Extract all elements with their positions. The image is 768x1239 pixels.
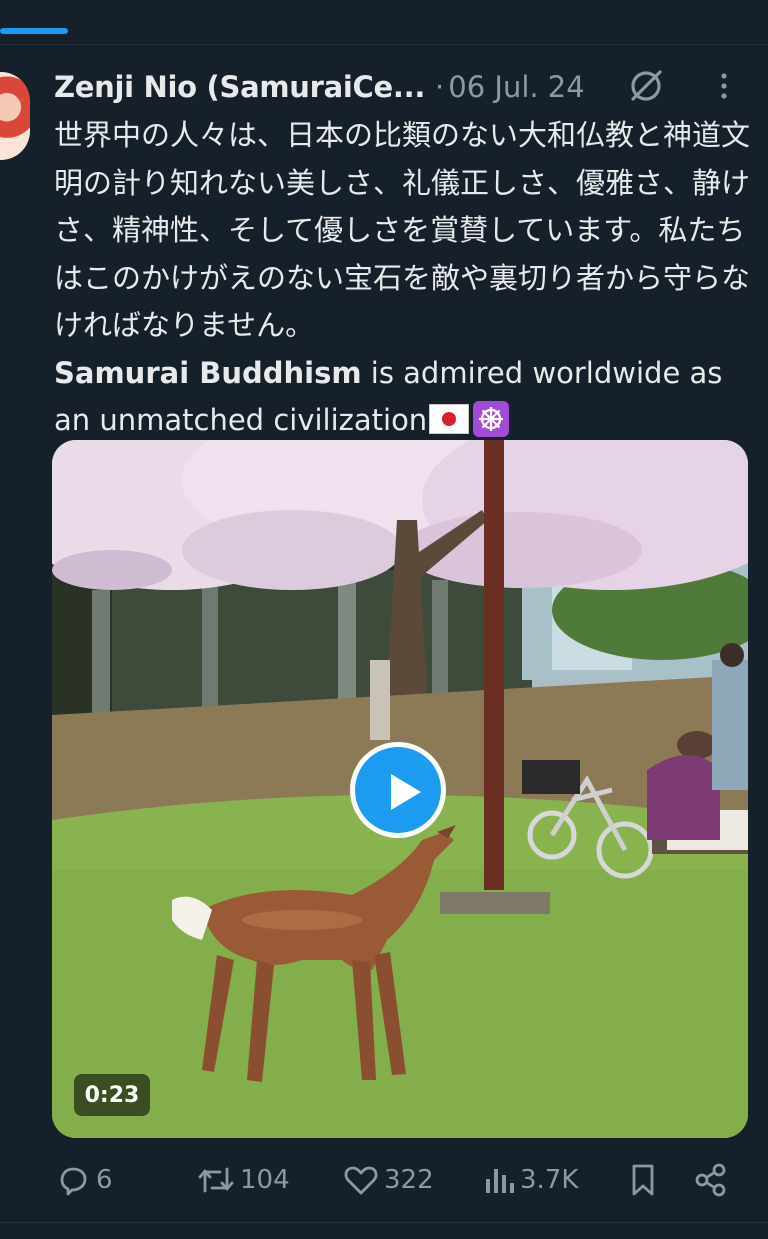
views-button[interactable]: 3.7K [482, 1160, 578, 1200]
post-body: 世界中の人々は、日本の比類のない大和仏教と神道文明の計り知れない美しさ、礼儀正し… [54, 112, 754, 445]
play-button-circle [355, 747, 441, 833]
header-separator: · [435, 70, 445, 104]
more-options-icon[interactable] [712, 66, 736, 106]
reply-icon [60, 1167, 87, 1196]
repost-button[interactable]: 104 [196, 1160, 290, 1200]
post-divider [0, 1222, 768, 1223]
share-button[interactable] [692, 1160, 730, 1200]
reply-button[interactable]: 6 [54, 1160, 113, 1200]
wheel-of-dharma-emoji-icon [473, 401, 510, 437]
repost-count: 104 [240, 1165, 290, 1195]
play-button[interactable] [350, 742, 446, 838]
like-count: 322 [384, 1165, 434, 1195]
japan-flag-emoji-icon [429, 404, 470, 434]
active-tab-indicator [0, 28, 68, 34]
post-actions: 6 104 322 3.7K [0, 1150, 768, 1210]
author-name[interactable]: Zenji Nio (SamuraiCe... [54, 70, 425, 104]
post-text-bold: Samurai Buddhism [54, 355, 362, 390]
avatar[interactable] [0, 72, 30, 160]
views-icon [486, 1169, 514, 1193]
post-date[interactable]: 06 Jul. 24 [448, 70, 584, 104]
like-button[interactable]: 322 [342, 1160, 434, 1200]
reply-count: 6 [96, 1165, 113, 1195]
bookmark-icon [632, 1164, 654, 1196]
play-icon [391, 774, 421, 810]
post-text-japanese: 世界中の人々は、日本の比類のない大和仏教と神道文明の計り知れない美しさ、礼儀正し… [54, 118, 751, 342]
heart-icon [344, 1166, 378, 1195]
grok-icon[interactable] [626, 66, 666, 106]
video-duration: 0:23 [74, 1074, 150, 1116]
view-count: 3.7K [520, 1165, 579, 1195]
post-header: Zenji Nio (SamuraiCe... · 06 Jul. 24 [54, 64, 754, 110]
repost-icon [198, 1167, 234, 1193]
top-tab-bar [0, 0, 768, 45]
share-icon [695, 1163, 726, 1197]
bookmark-button[interactable] [626, 1160, 660, 1200]
